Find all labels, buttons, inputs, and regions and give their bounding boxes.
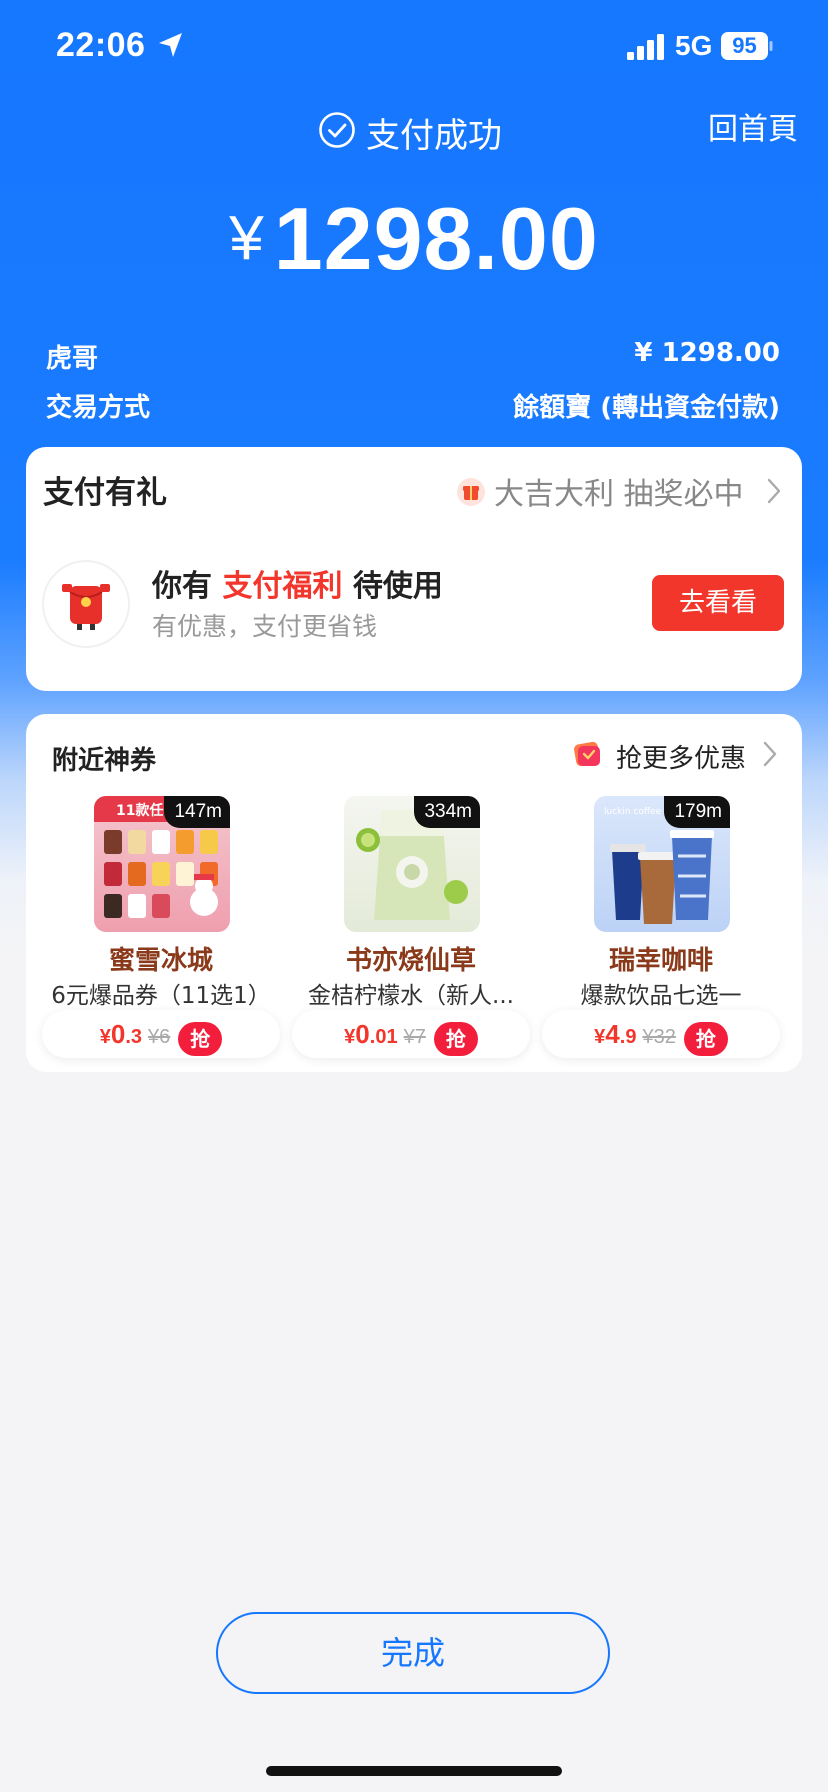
- currency-symbol: ¥: [229, 204, 264, 273]
- coupon-image-tag: luckin coffee: [604, 807, 662, 817]
- back-to-home-link[interactable]: 回首頁: [708, 104, 798, 148]
- coupon-price: ¥0.01 ¥7 抢: [292, 1010, 530, 1058]
- coupon-price: ¥4.9 ¥32 抢: [542, 1010, 780, 1058]
- status-time: 22:06: [56, 26, 146, 64]
- coupon-image: 11款任 147m: [94, 796, 230, 932]
- coupon-image: luckin coffee 179m: [594, 796, 730, 932]
- benefit-highlight: 支付福利: [222, 569, 343, 604]
- coupon-item[interactable]: luckin coffee 179m 瑞幸咖啡 爆款饮品七选一 ¥4.9 ¥32 抢: [542, 796, 780, 1066]
- chevron-right-icon: [763, 741, 777, 767]
- coupon-desc: 金桔柠檬水（新人...: [308, 983, 514, 1009]
- price-currency: ¥: [344, 1026, 356, 1048]
- network-type: 5G: [675, 30, 713, 61]
- grab-button[interactable]: 抢: [178, 1021, 223, 1056]
- coupon-brand: 蜜雪冰城: [108, 946, 213, 976]
- distance-badge: 334m: [414, 796, 480, 828]
- promo-title: 支付有礼: [43, 475, 167, 511]
- coupon-image: 334m: [344, 796, 480, 932]
- signal-icon: [627, 34, 664, 60]
- payee-value: ¥ 1298.00: [634, 338, 780, 368]
- benefit-prefix: 你有: [152, 569, 212, 604]
- check-circle-icon: [319, 112, 355, 148]
- view-benefit-button[interactable]: 去看看: [652, 575, 784, 631]
- grab-button[interactable]: 抢: [683, 1021, 728, 1056]
- gift-icon: [457, 478, 485, 506]
- payee-label: 虎哥: [46, 344, 99, 374]
- original-price: ¥32: [642, 1026, 676, 1048]
- price-currency: ¥: [99, 1026, 111, 1048]
- benefit-suffix: 待使用: [352, 569, 443, 604]
- more-deals-link[interactable]: 抢更多优惠: [616, 738, 746, 775]
- red-packet-icon: [62, 584, 110, 630]
- benefit-subtext: 有优惠，支付更省钱: [152, 612, 378, 641]
- method-label: 交易方式: [46, 393, 151, 423]
- grab-button[interactable]: 抢: [433, 1021, 478, 1056]
- original-price: ¥7: [403, 1026, 426, 1048]
- chevron-right-icon: [767, 478, 781, 504]
- nearby-coupons-card: 附近神券 抢更多优惠 11款任 147m 蜜雪冰城 6元爆品券（11选1） ¥0…: [26, 714, 802, 1072]
- home-indicator[interactable]: [266, 1766, 562, 1776]
- original-price: ¥6: [148, 1026, 171, 1048]
- battery-level: 95: [732, 33, 757, 58]
- lottery-link[interactable]: 大吉大利 抽奖必中: [494, 469, 744, 513]
- distance-badge: 179m: [664, 796, 730, 828]
- price-int: 0: [110, 1019, 126, 1049]
- benefit-headline: 你有 支付福利 待使用: [152, 561, 443, 605]
- price-dec: .9: [619, 1026, 637, 1048]
- coupon-item[interactable]: 11款任 147m 蜜雪冰城 6元爆品券（11选1） ¥0.3 ¥6 抢: [42, 796, 280, 1066]
- price-currency: ¥: [594, 1026, 606, 1048]
- done-button[interactable]: 完成: [216, 1612, 610, 1694]
- payment-gift-card: 支付有礼 大吉大利 抽奖必中 你有 支付福利 待使用 有优惠，支付更省钱 去看看: [26, 447, 802, 691]
- coupon-price: ¥0.3 ¥6 抢: [42, 1010, 280, 1058]
- coupon-item[interactable]: 334m 书亦烧仙草 金桔柠檬水（新人... ¥0.01 ¥7 抢: [292, 796, 530, 1066]
- method-value: 餘額寶 (轉出資金付款): [513, 393, 780, 423]
- distance-badge: 147m: [164, 796, 230, 828]
- coupon-brand: 瑞幸咖啡: [608, 946, 713, 976]
- nearby-title: 附近神券: [52, 746, 157, 776]
- coupon-desc: 6元爆品券（11选1）: [51, 983, 271, 1009]
- price-dec: .3: [125, 1026, 143, 1048]
- location-arrow-icon: [159, 33, 182, 57]
- amount-value: 1298.00: [273, 189, 599, 288]
- page-title: 支付成功: [366, 116, 502, 156]
- coupon-brand: 书亦烧仙草: [345, 946, 476, 976]
- red-packet-avatar: [44, 562, 128, 646]
- price-int: 4: [605, 1019, 620, 1049]
- coupon-desc: 爆款饮品七选一: [580, 983, 742, 1009]
- payment-amount: ¥1298.00: [0, 188, 828, 290]
- price-int: 0: [355, 1019, 370, 1049]
- coupon-image-tag: 11款任: [116, 802, 163, 819]
- coupon-icon: [574, 741, 600, 767]
- price-dec: .01: [369, 1026, 398, 1048]
